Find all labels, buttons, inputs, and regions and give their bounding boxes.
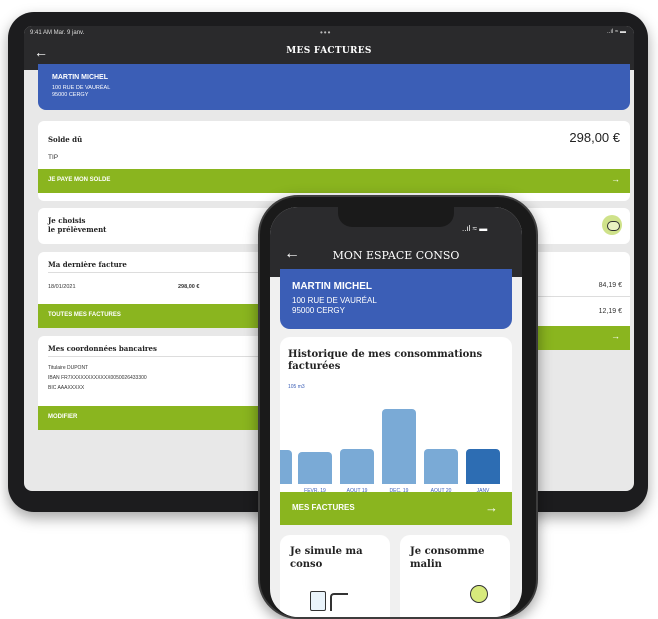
faucet-icon	[330, 593, 348, 611]
phone-notch	[338, 207, 454, 227]
iban-value: FR7XXXXXXXXXXXX0050026433300	[61, 375, 147, 381]
arrow-right-icon: →	[611, 331, 620, 341]
consume-smart-tile-label: Je consomme malin	[410, 546, 485, 570]
chart-bar	[280, 450, 292, 484]
tablet-user-name: MARTIN MICHEL	[52, 74, 108, 81]
holder-label: Titulaire	[48, 365, 66, 371]
right-green-button[interactable]: →	[524, 326, 630, 350]
right-amount-1: 84,19 €	[598, 282, 622, 289]
tablet-status-time: 9:41 AM Mar. 9 janv.	[30, 30, 85, 36]
chart-bar	[466, 448, 500, 484]
phone-screen: ..ıl ≈ ▬ ← MON ESPACE CONSO MARTIN MICHE…	[270, 207, 522, 617]
pay-balance-button[interactable]: JE PAYE MON SOLDE →	[38, 169, 630, 193]
modify-bank-label: MODIFIER	[48, 414, 78, 420]
tablet-address-line1: 100 RUE DE VAURÉAL	[52, 85, 111, 91]
divider	[48, 356, 258, 357]
washing-machine-icon	[310, 591, 326, 611]
tablet-dots: •••	[320, 28, 332, 37]
divider	[48, 272, 258, 273]
iban-line: IBAN FR7XXXXXXXXXXXX0050026433300	[48, 373, 147, 383]
right-amount-2: 12,19 €	[598, 308, 622, 315]
bic-line: BIC AAAXXXXX	[48, 383, 147, 393]
all-invoices-label: TOUTES MES FACTURES	[48, 312, 121, 318]
pay-balance-label: JE PAYE MON SOLDE	[48, 177, 111, 183]
last-invoice-amount: 298,00 €	[178, 284, 200, 290]
balance-card: Solde dû 298,00 € TIP JE PAYE MON SOLDE …	[38, 121, 630, 201]
phone-header: ..ıl ≈ ▬ ← MON ESPACE CONSO	[270, 207, 522, 277]
direct-debit-label: Je choisis le prélèvement	[48, 216, 106, 234]
tablet-user-address: 100 RUE DE VAURÉAL 95000 CERGY	[52, 85, 110, 99]
bic-value: AAAXXXXX	[57, 385, 85, 391]
phone-user-address: 100 RUE DE VAURÉAL 95000 CERGY	[292, 296, 377, 316]
chart-unit-label: 105 m3	[288, 384, 305, 390]
my-invoices-button[interactable]: MES FACTURES →	[280, 492, 512, 525]
iban-label: IBAN	[48, 375, 60, 381]
chart-bar	[340, 448, 374, 484]
phone-address-line1: 100 RUE DE VAURÉAL	[292, 296, 377, 305]
phone-address-line2: 95000 CERGY	[292, 306, 345, 315]
chart-bar	[298, 452, 332, 484]
my-invoices-label: MES FACTURES	[292, 503, 355, 512]
tablet-address-line2: 95000 CERGY	[52, 92, 89, 98]
phone-page-title: MON ESPACE CONSO	[332, 249, 460, 262]
tablet-user-card: MARTIN MICHEL 100 RUE DE VAURÉAL 95000 C…	[38, 64, 630, 110]
arrow-right-icon: →	[485, 500, 498, 515]
simulate-tile-label: Je simule ma conso	[290, 546, 363, 570]
tablet-page-title: MES FACTURES	[286, 46, 372, 56]
payment-mode: TIP	[48, 154, 59, 161]
lightbulb-icon	[470, 585, 488, 603]
arrow-right-icon: →	[611, 174, 620, 184]
all-invoices-button[interactable]: TOUTES MES FACTURES	[38, 304, 268, 328]
consume-smart-tile[interactable]: Je consomme malin	[400, 535, 510, 617]
last-invoice-label: Ma dernière facture	[48, 260, 127, 269]
chart-bar	[382, 408, 416, 484]
consumption-chart: FEVR. 19 AOUT 19 DEC. 19 AOUT 20 JANV	[280, 392, 512, 502]
history-title: Historique de mes consommations facturée…	[288, 349, 483, 372]
holder-line: Titulaire DUPONT	[48, 363, 147, 373]
modify-bank-button[interactable]: MODIFIER	[38, 406, 268, 430]
piggy-bank-icon	[602, 215, 622, 235]
bic-label: BIC	[48, 385, 57, 391]
phone-user-card: MARTIN MICHEL 100 RUE DE VAURÉAL 95000 C…	[280, 269, 512, 329]
holder-value: DUPONT	[67, 365, 89, 371]
bank-details-label: Mes coordonnées bancaires	[48, 344, 157, 353]
direct-debit-line1: Je choisis	[48, 216, 86, 225]
tablet-status-icons: ..ıl ≈ ▬	[607, 29, 626, 35]
last-invoice-date: 18/01/2021	[48, 284, 76, 290]
divider	[524, 296, 630, 297]
bank-details-lines: Titulaire DUPONT IBAN FR7XXXXXXXXXXXX005…	[48, 363, 147, 393]
phone-status-icons: ..ıl ≈ ▬	[462, 224, 488, 233]
balance-amount: 298,00 €	[569, 130, 620, 145]
balance-label: Solde dû	[48, 135, 83, 144]
phone-user-name: MARTIN MICHEL	[292, 281, 372, 292]
direct-debit-line2: le prélèvement	[48, 225, 107, 234]
chart-bar	[424, 448, 458, 484]
simulate-tile[interactable]: Je simule ma conso	[280, 535, 390, 617]
